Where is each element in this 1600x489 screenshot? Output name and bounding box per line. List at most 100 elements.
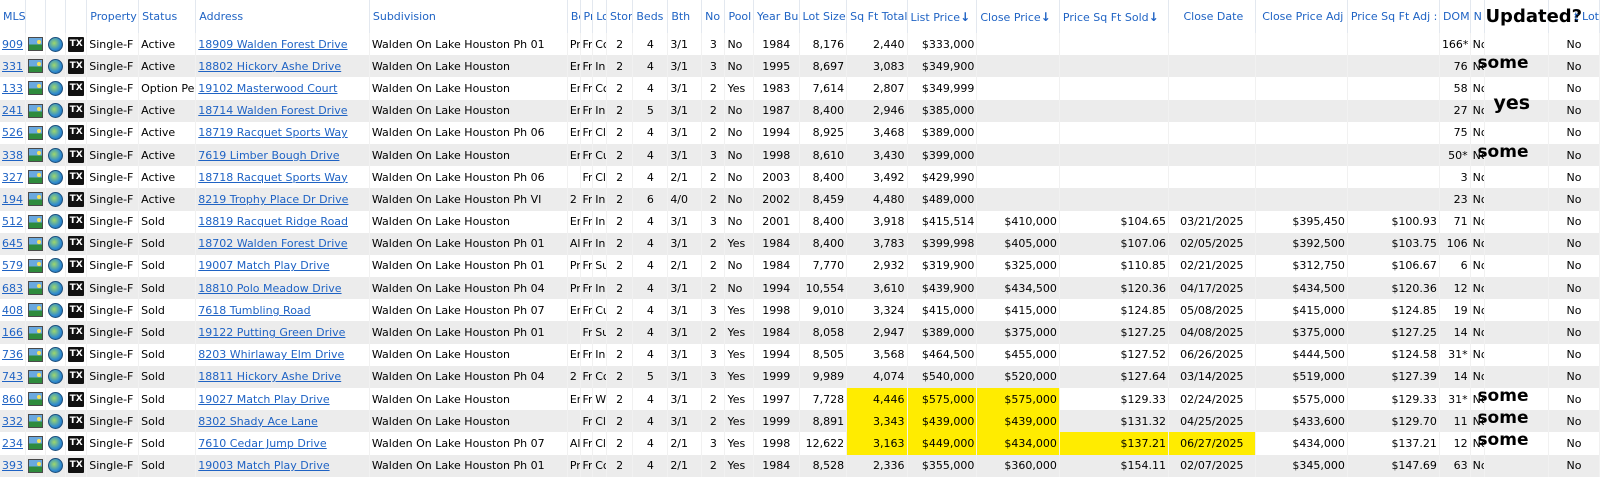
- col-address[interactable]: Address: [195, 0, 370, 33]
- cell-tax[interactable]: TX: [65, 299, 88, 322]
- cell-tax[interactable]: TX: [65, 321, 88, 344]
- cell-address-link[interactable]: 19007 Match Play Drive: [195, 254, 370, 278]
- col-year[interactable]: Year Bu: [753, 0, 800, 33]
- mls-link-text[interactable]: 743: [2, 370, 23, 383]
- cell-tax[interactable]: TX: [65, 432, 88, 455]
- table-row[interactable]: 194 TX Single-F Active 8219 Trophy Place Dr …: [0, 188, 1600, 211]
- cell-photo[interactable]: [25, 321, 47, 344]
- photo-icon[interactable]: [27, 347, 43, 362]
- photo-icon[interactable]: [27, 414, 43, 429]
- table-row[interactable]: 645 TX Single-F Sold 18702 Walden Forest Dri…: [0, 232, 1600, 255]
- col-bth[interactable]: Bth: [667, 0, 703, 33]
- cell-map[interactable]: [45, 365, 67, 388]
- map-globe-icon[interactable]: [48, 325, 63, 341]
- cell-tax[interactable]: TX: [65, 343, 88, 366]
- cell-mls-link[interactable]: 512: [0, 210, 26, 233]
- col-pool[interactable]: Pool: [724, 0, 755, 33]
- map-globe-icon[interactable]: [48, 147, 63, 163]
- cell-tax[interactable]: TX: [65, 33, 88, 56]
- cell-map[interactable]: [45, 454, 67, 477]
- table-row[interactable]: 512 TX Single-F Sold 18819 Racquet Ridge Roa…: [0, 210, 1600, 233]
- photo-icon[interactable]: [27, 436, 43, 451]
- col-mls[interactable]: MLS: [0, 0, 26, 33]
- table-row[interactable]: 327 TX Single-F Active 18718 Racquet Sports …: [0, 166, 1600, 189]
- cell-tax[interactable]: TX: [65, 232, 88, 255]
- cell-map[interactable]: [45, 55, 67, 78]
- map-globe-icon[interactable]: [48, 214, 63, 230]
- col-beds[interactable]: Beds: [632, 0, 669, 33]
- address-link-text[interactable]: 7619 Limber Bough Drive: [198, 149, 339, 162]
- address-link-text[interactable]: 18909 Walden Forest Drive: [198, 38, 347, 51]
- map-globe-icon[interactable]: [48, 58, 63, 74]
- cell-photo[interactable]: [25, 299, 47, 322]
- table-row[interactable]: 683 TX Single-F Sold 18810 Polo Meadow Drive…: [0, 277, 1600, 300]
- cell-tax[interactable]: TX: [65, 143, 88, 167]
- table-row[interactable]: 408 TX Single-F Sold 7618 Tumbling Road Walde…: [0, 299, 1600, 322]
- cell-address-link[interactable]: 8219 Trophy Place Dr Drive: [195, 188, 370, 211]
- cell-map[interactable]: [45, 388, 67, 411]
- address-link-text[interactable]: 19027 Match Play Drive: [198, 393, 329, 406]
- cell-photo[interactable]: [25, 166, 47, 189]
- col-sqft[interactable]: Sq Ft Total: [846, 0, 908, 33]
- cell-address-link[interactable]: 18811 Hickory Ashe Drive: [195, 365, 370, 388]
- cell-address-link[interactable]: 7618 Tumbling Road: [195, 299, 370, 322]
- mls-link-text[interactable]: 166: [2, 326, 23, 339]
- mls-link-text[interactable]: 234: [2, 437, 23, 450]
- cell-photo[interactable]: [25, 232, 47, 255]
- col-price-sqft-sold[interactable]: Price Sq Ft Sold↓: [1059, 0, 1169, 33]
- cell-map[interactable]: [45, 210, 67, 233]
- col-subdivision[interactable]: Subdivision: [369, 0, 568, 33]
- col-list-price[interactable]: List Price↓: [907, 0, 978, 33]
- cell-map[interactable]: [45, 232, 67, 255]
- cell-tax[interactable]: TX: [65, 277, 88, 300]
- photo-icon[interactable]: [27, 148, 43, 163]
- col-lo[interactable]: Lo: [592, 0, 607, 33]
- cell-address-link[interactable]: 18702 Walden Forest Drive: [195, 232, 370, 255]
- cell-photo[interactable]: [25, 454, 47, 477]
- map-globe-icon[interactable]: [48, 347, 63, 363]
- table-row[interactable]: 736 TX Single-F Sold 8203 Whirlaway Elm Driv…: [0, 343, 1600, 366]
- cell-address-link[interactable]: 19122 Putting Green Drive: [195, 321, 370, 344]
- cell-address-link[interactable]: 18719 Racquet Sports Way: [195, 121, 370, 144]
- cell-tax[interactable]: TX: [65, 121, 88, 144]
- cell-tax[interactable]: TX: [65, 365, 88, 388]
- tx-icon[interactable]: TX: [68, 125, 85, 141]
- photo-icon[interactable]: [27, 81, 43, 96]
- address-link-text[interactable]: 18810 Polo Meadow Drive: [198, 282, 341, 295]
- photo-icon[interactable]: [27, 103, 43, 118]
- col-property[interactable]: Property: [86, 0, 140, 33]
- table-row[interactable]: 909 TX Single-F Active 18909 Walden Forest D…: [0, 33, 1600, 56]
- cell-mls-link[interactable]: 736: [0, 343, 26, 366]
- map-globe-icon[interactable]: [48, 435, 63, 451]
- cell-photo[interactable]: [25, 410, 47, 433]
- tx-icon[interactable]: TX: [68, 214, 85, 230]
- address-link-text[interactable]: 18718 Racquet Sports Way: [198, 171, 347, 184]
- cell-address-link[interactable]: 18819 Racquet Ridge Road: [195, 210, 370, 233]
- map-globe-icon[interactable]: [48, 169, 63, 185]
- tx-icon[interactable]: TX: [68, 325, 85, 341]
- address-link-text[interactable]: 19122 Putting Green Drive: [198, 326, 345, 339]
- tx-icon[interactable]: TX: [68, 391, 85, 407]
- mls-link-text[interactable]: 338: [2, 149, 23, 162]
- tx-icon[interactable]: TX: [68, 103, 85, 119]
- cell-map[interactable]: [45, 166, 67, 189]
- cell-photo[interactable]: [25, 388, 47, 411]
- photo-icon[interactable]: [27, 281, 43, 296]
- cell-tax[interactable]: TX: [65, 388, 88, 411]
- tx-icon[interactable]: TX: [68, 413, 85, 429]
- photo-icon[interactable]: [27, 392, 43, 407]
- cell-tax[interactable]: TX: [65, 254, 88, 278]
- cell-map[interactable]: [45, 99, 67, 122]
- mls-link-text[interactable]: 393: [2, 459, 23, 472]
- map-globe-icon[interactable]: [48, 258, 63, 274]
- cell-tax[interactable]: TX: [65, 410, 88, 433]
- col-no[interactable]: No (: [701, 0, 726, 33]
- tx-icon[interactable]: TX: [68, 169, 85, 185]
- cell-address-link[interactable]: 19027 Match Play Drive: [195, 388, 370, 411]
- cell-address-link[interactable]: 19003 Match Play Drive: [195, 454, 370, 477]
- cell-tax[interactable]: TX: [65, 188, 88, 211]
- cell-map[interactable]: [45, 188, 67, 211]
- cell-photo[interactable]: [25, 188, 47, 211]
- cell-mls-link[interactable]: 645: [0, 232, 26, 255]
- map-globe-icon[interactable]: [48, 391, 63, 407]
